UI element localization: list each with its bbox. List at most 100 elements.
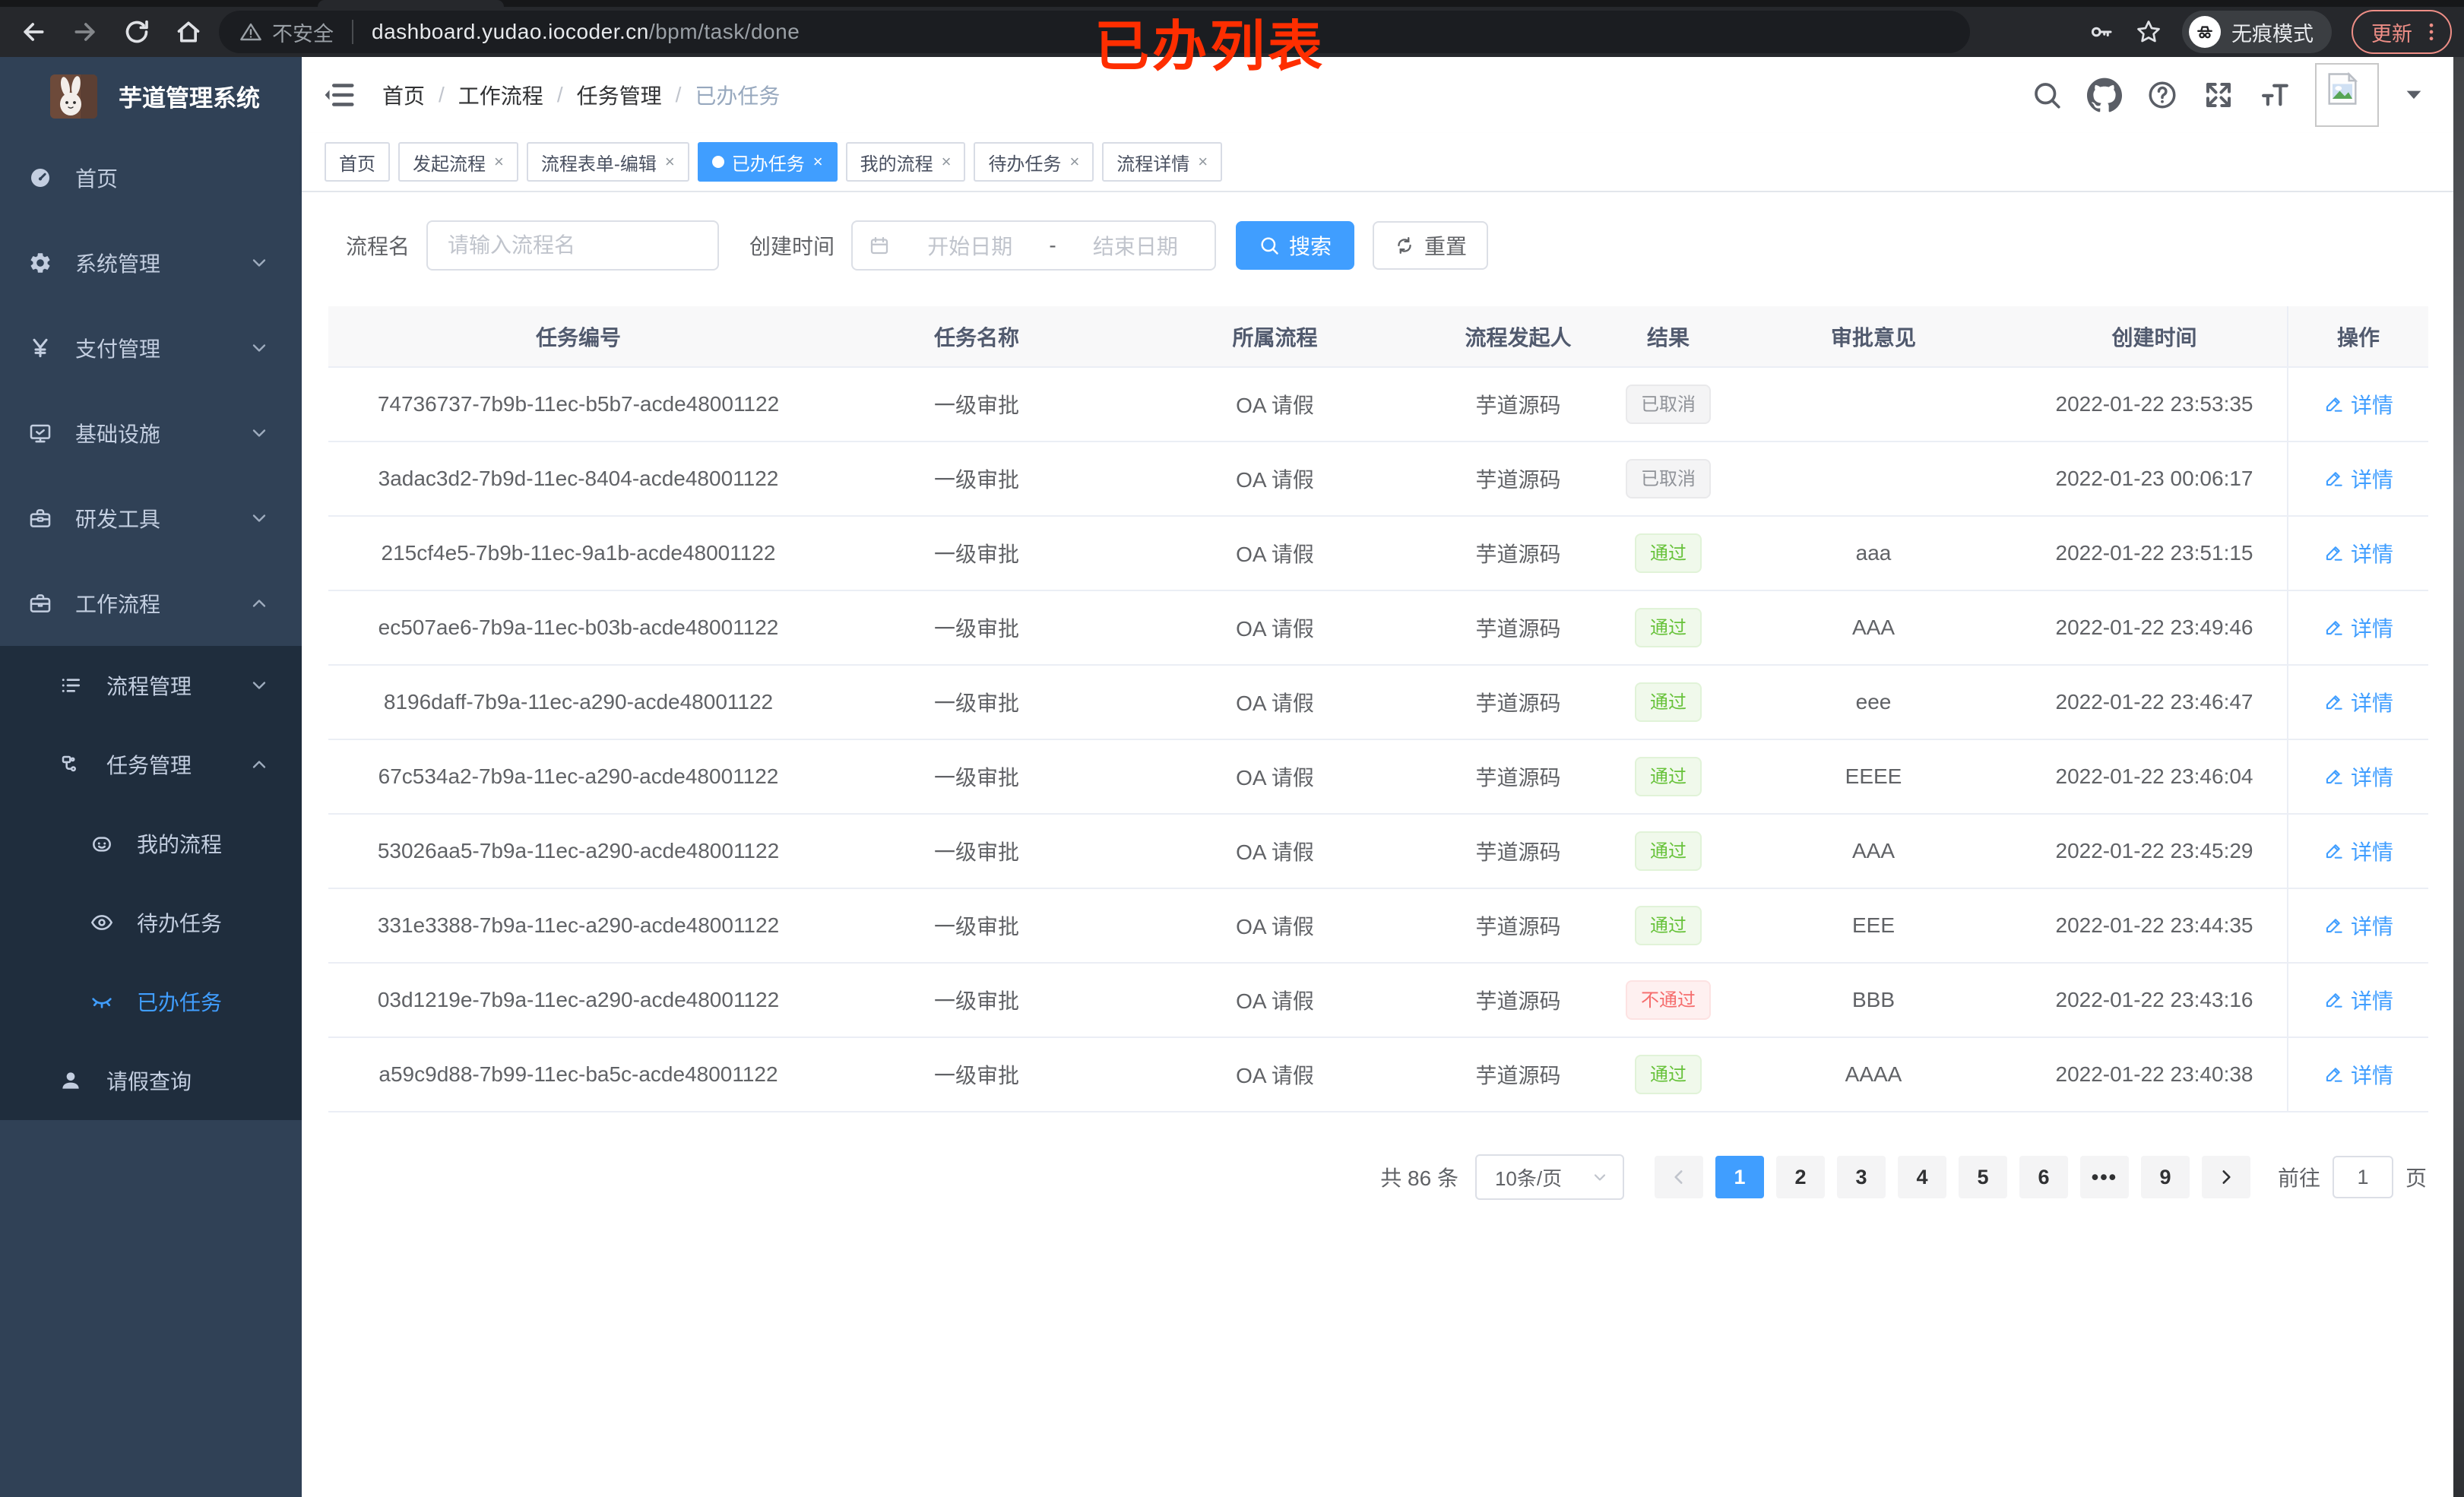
sidebar-item-home[interactable]: 首页: [0, 135, 302, 220]
chevron-left-icon: [1674, 1170, 1683, 1184]
tab-待办任务[interactable]: 待办任务 ×: [974, 142, 1094, 182]
cell-name: 一级审批: [828, 888, 1125, 964]
key-icon[interactable]: [2088, 18, 2115, 46]
incognito-icon: [2189, 16, 2221, 48]
page-button-1[interactable]: 1: [1715, 1156, 1764, 1198]
breadcrumb-item[interactable]: 任务管理: [577, 80, 662, 110]
close-icon[interactable]: ×: [813, 152, 823, 172]
close-icon[interactable]: ×: [494, 152, 504, 172]
tab-label: 流程表单-编辑: [540, 153, 657, 175]
close-icon[interactable]: ×: [665, 152, 675, 172]
sidebar-item-leave-query[interactable]: 请假查询: [0, 1041, 302, 1120]
gear-icon: [28, 251, 52, 275]
detail-link[interactable]: 详情: [2323, 761, 2393, 792]
cell-result: 通过: [1611, 739, 1725, 815]
sidebar-item-system[interactable]: 系统管理: [0, 220, 302, 305]
tab-发起流程[interactable]: 发起流程 ×: [398, 142, 518, 182]
detail-link[interactable]: 详情: [2323, 687, 2393, 717]
cell-starter: 芋道源码: [1425, 367, 1611, 442]
cell-actions: 详情: [2287, 814, 2428, 889]
close-icon[interactable]: ×: [1069, 152, 1079, 172]
sidebar-item-devtools[interactable]: 研发工具: [0, 476, 302, 561]
security-label[interactable]: 不安全: [272, 17, 334, 47]
sidebar-item-infra[interactable]: 基础设施: [0, 391, 302, 476]
page-button-2[interactable]: 2: [1775, 1156, 1825, 1198]
process-name-input[interactable]: [426, 220, 720, 271]
date-range-input[interactable]: 开始日期 - 结束日期: [851, 220, 1217, 271]
detail-link[interactable]: 详情: [2323, 538, 2393, 568]
cell-actions: 详情: [2287, 739, 2428, 815]
reload-icon[interactable]: [122, 17, 152, 47]
bookmark-star-icon[interactable]: [2135, 18, 2162, 46]
page-button-6[interactable]: 6: [2019, 1156, 2068, 1198]
incognito-badge[interactable]: 无痕模式: [2182, 11, 2332, 53]
help-icon[interactable]: [2146, 79, 2178, 111]
github-icon[interactable]: [2087, 78, 2122, 112]
url-text[interactable]: dashboard.yudao.iocoder.cn/bpm/task/done: [372, 20, 800, 44]
pagination-more-button[interactable]: •••: [2079, 1156, 2129, 1198]
forward-icon[interactable]: [70, 17, 100, 47]
tab-已办任务[interactable]: 已办任务 ×: [697, 142, 838, 182]
detail-link[interactable]: 详情: [2323, 612, 2393, 643]
detail-label: 详情: [2350, 914, 2393, 938]
app-logo-row[interactable]: 芋道管理系统: [0, 57, 302, 135]
avatar-caret-icon[interactable]: [2403, 87, 2424, 103]
sidebar-item-workflow[interactable]: 工作流程: [0, 561, 302, 646]
close-icon[interactable]: ×: [1198, 152, 1208, 172]
detail-link[interactable]: 详情: [2323, 1059, 2393, 1090]
sidebar-item-label: 请假查询: [106, 1070, 192, 1093]
tab-流程详情[interactable]: 流程详情 ×: [1102, 142, 1223, 182]
fullscreen-icon[interactable]: [2203, 79, 2234, 111]
tags-view-bar: 首页 发起流程 × 流程表单-编辑 × 已办任务 × 我的流程 × 待办任务 × 流程详情 ×: [302, 133, 2453, 192]
detail-link[interactable]: 详情: [2323, 389, 2393, 419]
search-icon[interactable]: [2031, 79, 2063, 111]
detail-link[interactable]: 详情: [2323, 836, 2393, 866]
page-button-3[interactable]: 3: [1836, 1156, 1886, 1198]
back-icon[interactable]: [18, 17, 49, 47]
sidebar-item-my-process[interactable]: 我的流程: [0, 804, 302, 883]
cell-name: 一级审批: [828, 739, 1125, 815]
sidebar-item-label: 我的流程: [137, 833, 223, 856]
next-page-button[interactable]: [2201, 1156, 2250, 1198]
sidebar-item-payment[interactable]: 支付管理: [0, 305, 302, 391]
detail-link[interactable]: 详情: [2323, 985, 2393, 1015]
not-secure-warning-icon: [239, 20, 263, 44]
end-date-placeholder[interactable]: 结束日期: [1056, 230, 1215, 261]
page-button-9[interactable]: 9: [2140, 1156, 2190, 1198]
browser-active-tab-top: [318, 0, 504, 7]
tab-我的流程[interactable]: 我的流程 ×: [845, 142, 966, 182]
breadcrumb-item[interactable]: 首页: [382, 80, 425, 110]
browser-nav-buttons: [18, 17, 204, 47]
sidebar-item-process-mgmt[interactable]: 流程管理: [0, 646, 302, 725]
page-button-5[interactable]: 5: [1958, 1156, 2007, 1198]
sidebar-item-todo-task[interactable]: 待办任务: [0, 883, 302, 962]
breadcrumb-item[interactable]: 工作流程: [458, 80, 543, 110]
prev-page-button[interactable]: [1654, 1156, 1703, 1198]
breadcrumb-separator: /: [439, 83, 445, 106]
font-size-icon[interactable]: [2259, 79, 2291, 111]
filter-form: 流程名 创建时间 开始日期 - 结束日期 搜索 重置: [328, 220, 2427, 271]
home-icon[interactable]: [173, 17, 204, 47]
calendar-icon: [868, 234, 891, 257]
detail-link[interactable]: 详情: [2323, 910, 2393, 941]
search-button[interactable]: 搜索: [1236, 221, 1355, 270]
tab-首页[interactable]: 首页: [325, 142, 390, 182]
sidebar: 芋道管理系统 首页 系统管理 支付管理 基础设施 研发工具 工作流程 流程管理 任务管理我的流…: [0, 57, 302, 1497]
tab-流程表单-编辑[interactable]: 流程表单-编辑 ×: [526, 142, 689, 182]
close-icon[interactable]: ×: [942, 152, 952, 172]
start-date-placeholder[interactable]: 开始日期: [891, 230, 1049, 261]
sidebar-item-done-task[interactable]: 已办任务: [0, 962, 302, 1041]
briefcase-icon: [28, 591, 52, 616]
sidebar-item-task-mgmt[interactable]: 任务管理: [0, 725, 302, 804]
page-size-select[interactable]: 10条/页: [1474, 1154, 1624, 1200]
navbar-right-controls: [2031, 57, 2424, 133]
avatar[interactable]: [2315, 63, 2379, 127]
goto-page-input[interactable]: [2332, 1156, 2393, 1198]
top-navbar: 首页 / 工作流程 / 任务管理 / 已办任务: [302, 57, 2453, 133]
page-button-4[interactable]: 4: [1897, 1156, 1946, 1198]
user-icon: [59, 1068, 83, 1093]
reset-button[interactable]: 重置: [1373, 221, 1489, 270]
hamburger-icon[interactable]: [321, 78, 356, 112]
update-button[interactable]: 更新: [2352, 10, 2452, 54]
detail-link[interactable]: 详情: [2323, 464, 2393, 494]
